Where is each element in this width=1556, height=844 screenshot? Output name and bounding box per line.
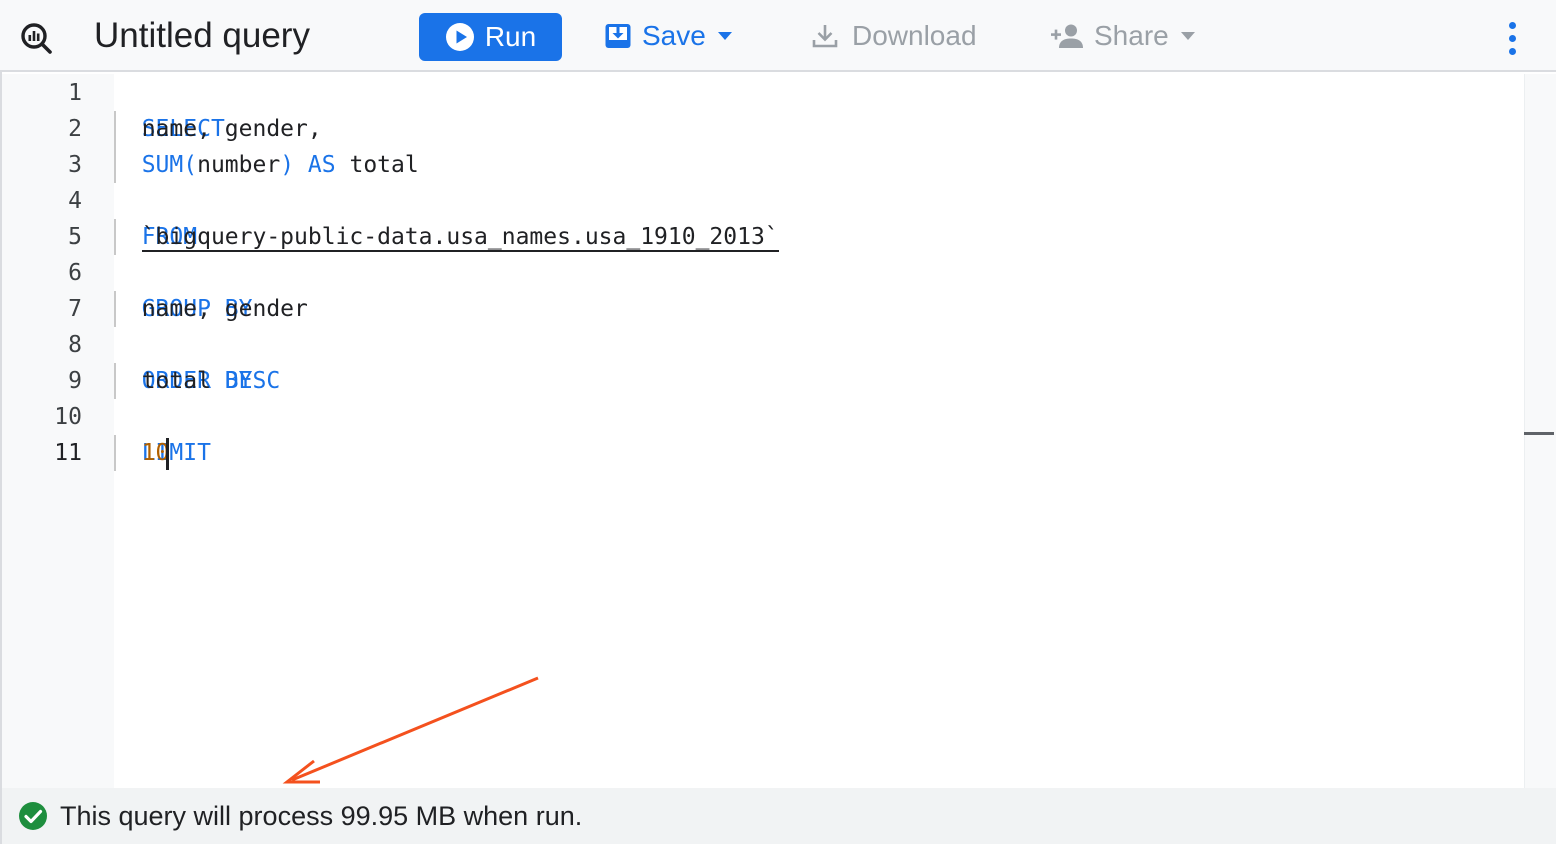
line-number: 7 xyxy=(68,296,82,322)
save-button-label: Save xyxy=(642,20,706,51)
more-dot xyxy=(1508,21,1516,29)
sql-text: total xyxy=(349,152,419,178)
save-icon xyxy=(605,24,631,48)
line-number: 6 xyxy=(68,260,82,286)
sql-function: SUM( xyxy=(141,152,198,178)
status-message: This query will process 99.95 MB when ru… xyxy=(60,801,583,831)
code-line[interactable]: ORDER BY xyxy=(114,327,253,394)
check-circle-icon xyxy=(19,802,47,830)
save-button[interactable]: Save xyxy=(604,14,734,58)
chevron-down-icon xyxy=(717,32,732,40)
code-line[interactable]: 10 xyxy=(114,435,170,471)
chevron-down-icon xyxy=(1180,32,1195,40)
run-button[interactable]: Run xyxy=(419,13,562,61)
bigquery-icon xyxy=(21,23,52,54)
share-button-label: Share xyxy=(1094,20,1169,51)
sql-number: 10 xyxy=(141,440,170,466)
query-toolbar: Untitled query Run Save Download Share xyxy=(0,0,1556,72)
line-number: 9 xyxy=(68,368,82,394)
line-number: 2 xyxy=(68,116,82,142)
sql-text: total xyxy=(141,368,211,394)
sql-text: name, gender, xyxy=(141,116,322,142)
editor-scrollbar[interactable] xyxy=(1524,74,1556,788)
more-dot xyxy=(1508,34,1516,42)
line-number-active: 11 xyxy=(54,440,82,466)
run-button-label: Run xyxy=(484,21,537,52)
line-number: 1 xyxy=(68,80,82,106)
sql-text: number xyxy=(197,152,281,178)
person-add-icon xyxy=(1051,24,1083,48)
more-dot xyxy=(1508,47,1516,55)
query-title[interactable]: Untitled query xyxy=(94,14,310,58)
code-line[interactable]: FROM xyxy=(114,183,197,250)
code-line[interactable]: SUM(number) AS total xyxy=(114,147,419,183)
line-number: 3 xyxy=(68,152,82,178)
line-number: 4 xyxy=(68,188,82,214)
sql-keyword: AS xyxy=(307,152,336,178)
code-line[interactable]: LIMIT xyxy=(114,399,211,466)
sql-paren: ) xyxy=(280,152,295,178)
text-cursor xyxy=(166,437,170,470)
code-line[interactable]: SELECT xyxy=(114,75,225,142)
line-number: 10 xyxy=(54,404,82,430)
line-number: 5 xyxy=(68,224,82,250)
query-validator-status: This query will process 99.95 MB when ru… xyxy=(2,788,1556,844)
download-button[interactable]: Download xyxy=(810,14,977,58)
share-button[interactable]: Share xyxy=(1050,14,1197,58)
code-line[interactable]: total DESC xyxy=(114,363,281,399)
line-number: 8 xyxy=(68,332,82,358)
download-icon xyxy=(812,25,838,48)
sql-text: name, gender xyxy=(141,296,308,322)
download-button-label: Download xyxy=(852,20,977,51)
code-line[interactable]: name, gender, xyxy=(114,111,322,147)
sql-keyword: DESC xyxy=(224,368,281,394)
more-vert-icon[interactable] xyxy=(1496,18,1528,58)
table-reference-link[interactable]: `bigquery-public-data.usa_names.usa_1910… xyxy=(141,224,779,252)
scrollbar-cursor-marker xyxy=(1524,432,1554,435)
play-circle-icon xyxy=(445,23,474,51)
code-line[interactable]: GROUP BY xyxy=(114,255,253,322)
code-line[interactable]: name, gender xyxy=(114,291,308,327)
code-line[interactable]: `bigquery-public-data.usa_names.usa_1910… xyxy=(114,219,779,255)
